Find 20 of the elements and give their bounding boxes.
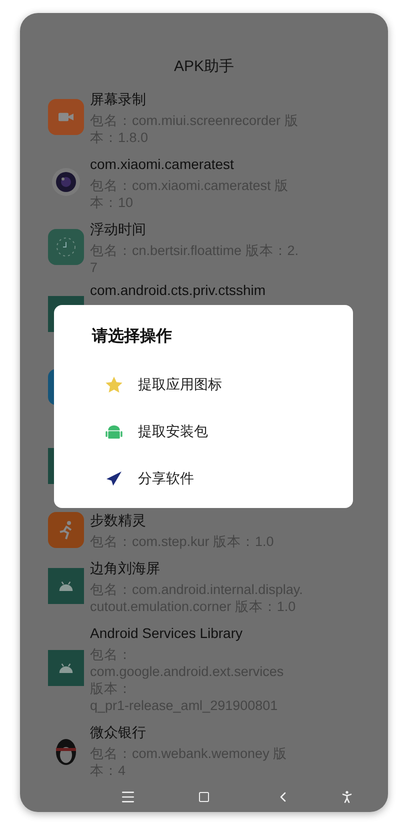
app-name: 屏幕录制 [90, 90, 147, 108]
dialog-option[interactable]: 提取安装包 [92, 408, 315, 455]
app-name: 步数精灵 [90, 510, 147, 530]
runner-app-icon [48, 512, 84, 548]
app-title: APK助手 [172, 57, 235, 77]
dialog-option[interactable]: 提取应用图标 [92, 361, 315, 408]
app-name: 微众银行 [90, 722, 147, 742]
home-icon[interactable] [198, 791, 210, 803]
clock-app-icon [48, 229, 84, 265]
app-name: com.xiaomi.cameratest [90, 154, 235, 174]
menu-icon[interactable] [120, 789, 136, 805]
app-name: 浮动时间 [90, 220, 147, 238]
dialog-option[interactable]: 分享软件 [92, 455, 315, 502]
star-icon [104, 374, 124, 394]
app-name: 边角刘海屏 [90, 558, 161, 578]
app-name: com.android.cts.priv.ctsshim [90, 280, 266, 300]
app-name: Android Services Library [90, 624, 244, 642]
paper-plane-icon [104, 468, 124, 488]
dialog-title: 请选择操作 [92, 326, 173, 347]
video-camera-app-icon [48, 99, 84, 135]
